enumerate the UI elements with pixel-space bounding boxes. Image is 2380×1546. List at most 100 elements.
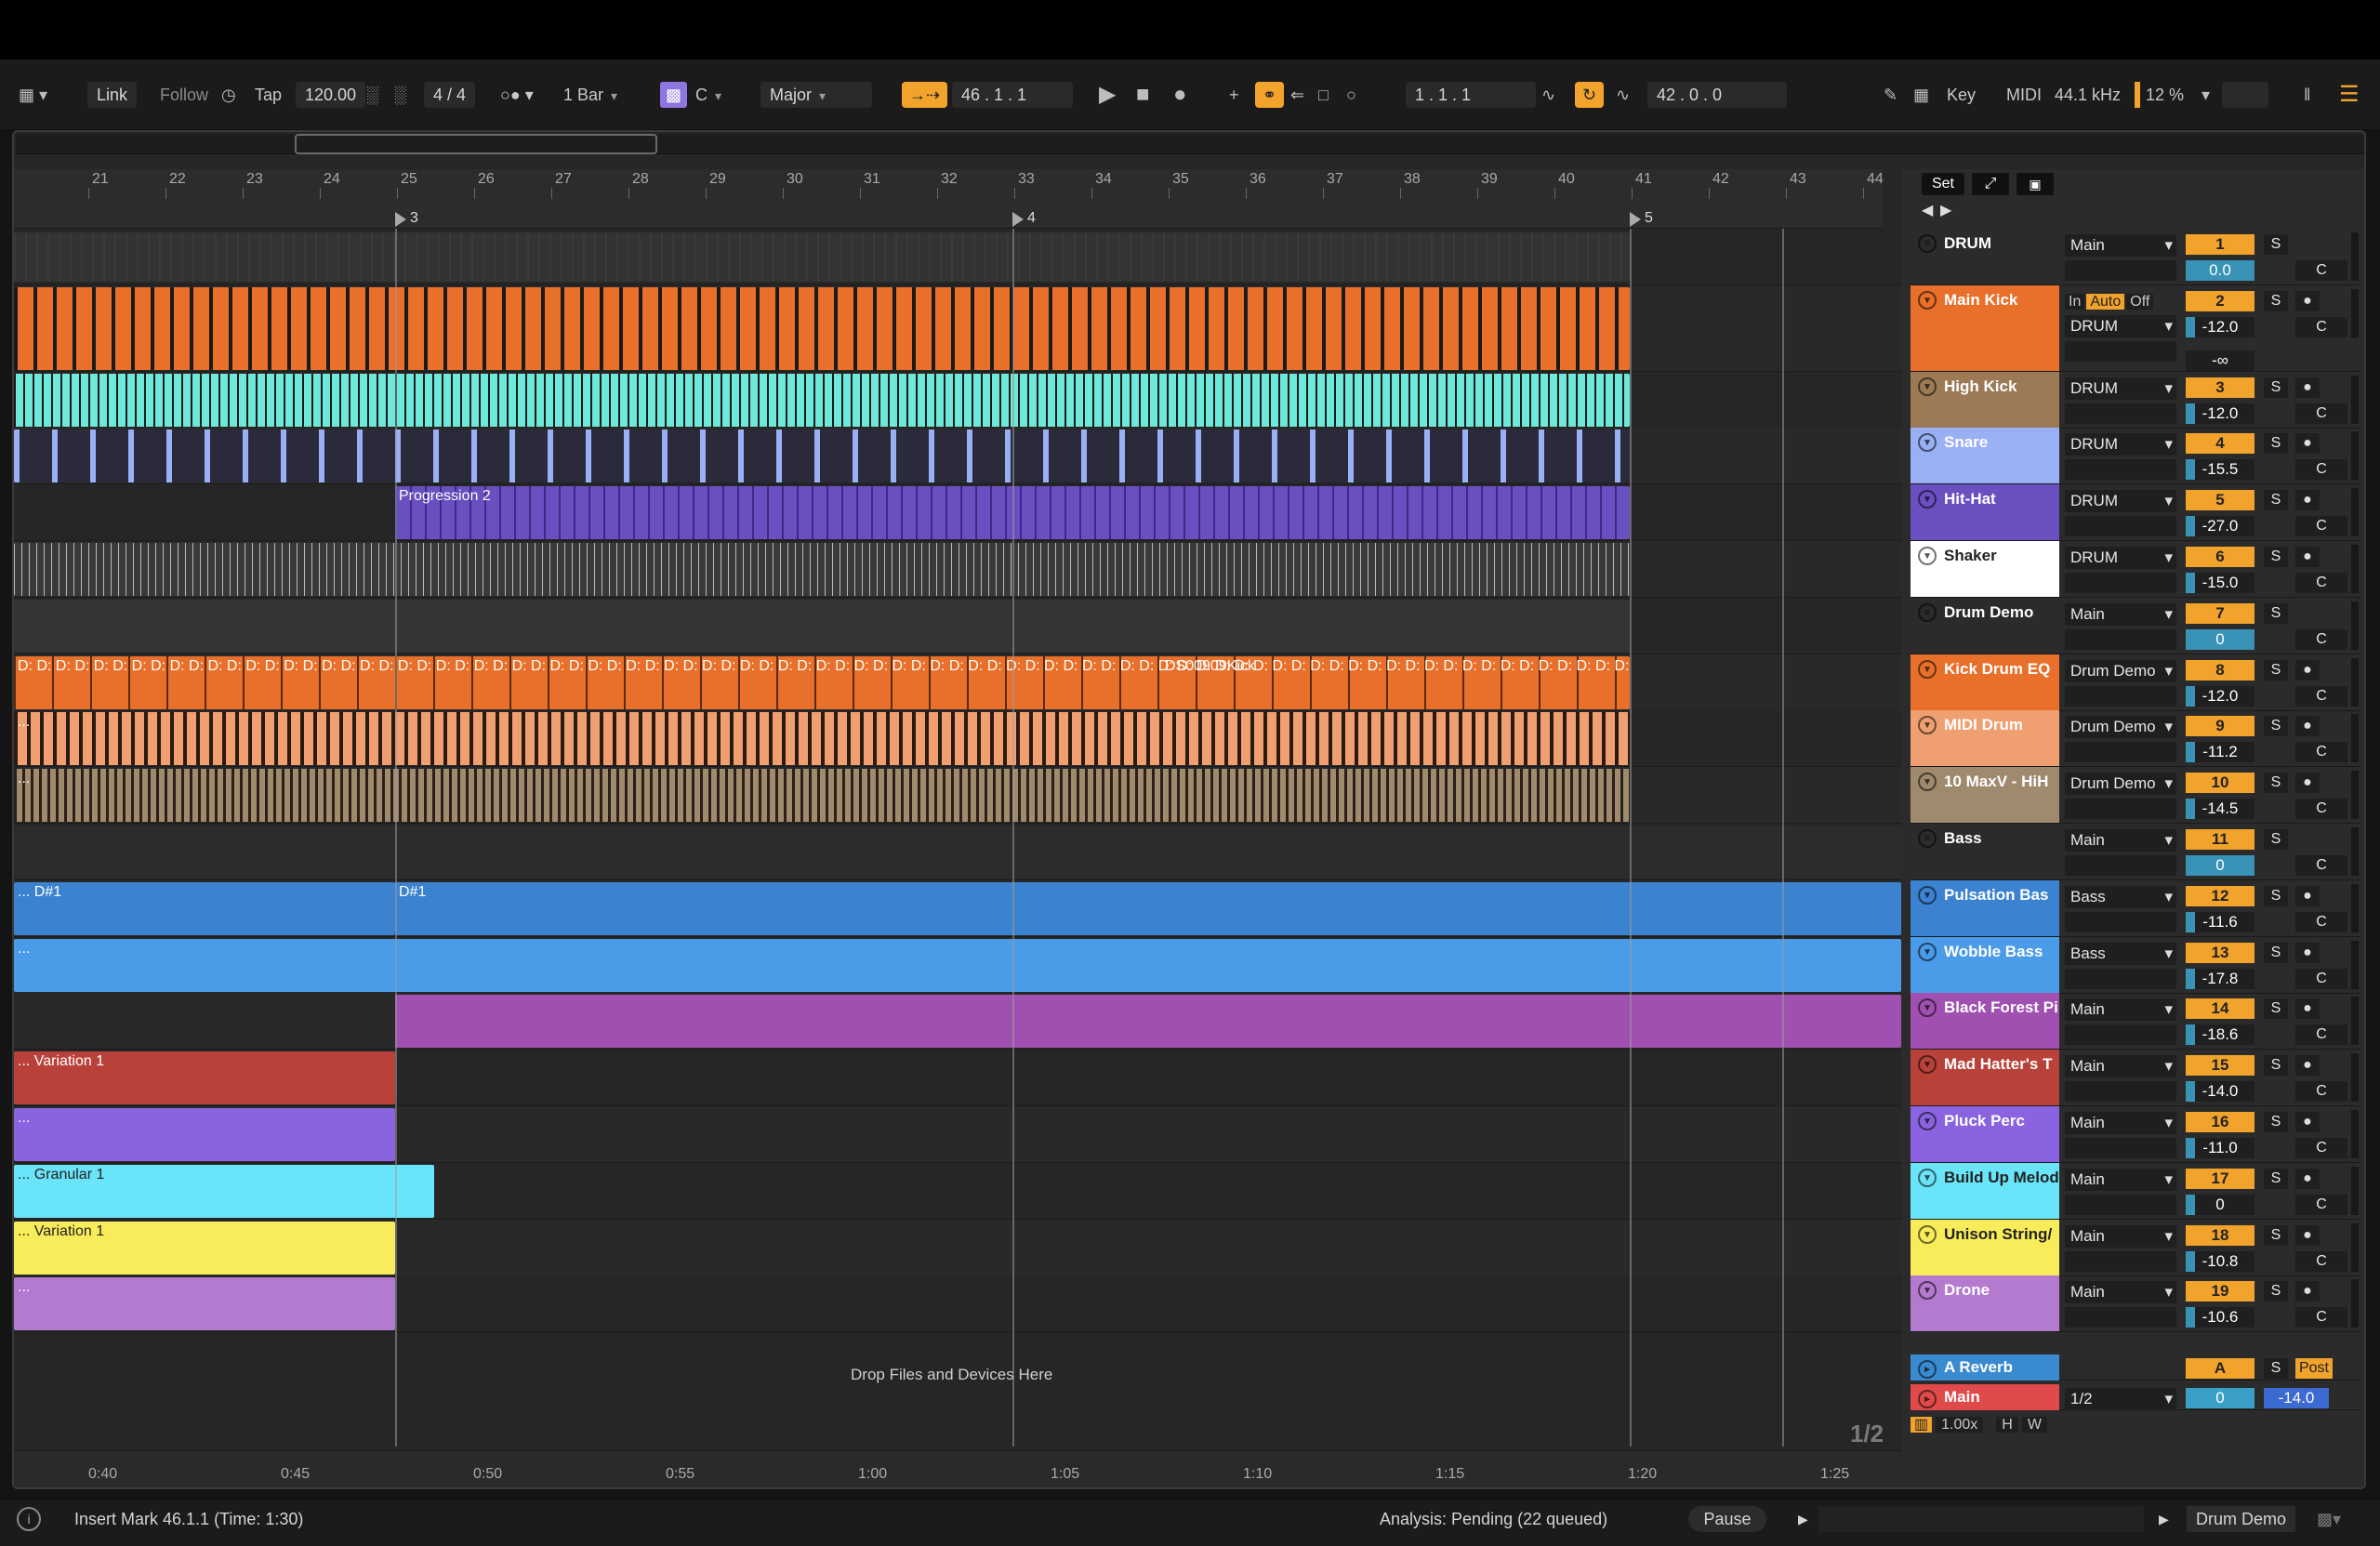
track-output-dropdown[interactable]: Drum Demo: [2065, 716, 2176, 738]
arm-button-icon[interactable]: ●: [2295, 1281, 2320, 1302]
track-volume-field[interactable]: -27.0: [2186, 516, 2254, 536]
track-volume-field[interactable]: -15.0: [2186, 573, 2254, 593]
track-output-dropdown[interactable]: DRUM: [2065, 490, 2176, 512]
return-letter-button[interactable]: A: [2186, 1358, 2254, 1379]
arm-button-icon[interactable]: ●: [2295, 291, 2320, 311]
track-header[interactable]: ▾ Snare DRUM 4 -15.5 S ● C: [1911, 428, 2360, 484]
overdub-icon[interactable]: +: [1229, 82, 1239, 108]
arm-button-icon[interactable]: ●: [2295, 998, 2320, 1019]
arm-button-icon[interactable]: ●: [2295, 660, 2320, 681]
main-kick-clip[interactable]: [14, 287, 1630, 370]
track-name-17[interactable]: ▾ Unison String/: [1911, 1220, 2059, 1275]
overview-window[interactable]: [295, 134, 657, 154]
track-volume-field[interactable]: -12.0: [2186, 403, 2254, 424]
time-ruler[interactable]: 0:40 0:45 0:50 0:55 1:00 1:05 1:10 1:15 1:20 1:25: [14, 1450, 1901, 1487]
track-header[interactable]: ▾ Pluck Perc Main 16 -11.0 S ● C: [1911, 1106, 2360, 1163]
solo-button[interactable]: S: [2264, 1055, 2288, 1076]
solo-button[interactable]: S: [2264, 490, 2288, 510]
quantize-dropdown[interactable]: 1 Bar: [563, 82, 617, 108]
track-output-dropdown[interactable]: Main: [2065, 1225, 2176, 1248]
track-header[interactable]: ▾ MIDI Drum Drum Demo 9 -11.2 S ● C: [1911, 710, 2360, 767]
track-lanes[interactable]: Progression 2 D: D: D: D: D: D: D: D: D: …: [14, 229, 1901, 1487]
track-output-channel[interactable]: [2065, 341, 2176, 362]
arm-button-icon[interactable]: ●: [2295, 716, 2320, 736]
scale-mode-dropdown[interactable]: Major: [760, 82, 872, 108]
panel-toggle-icon[interactable]: ‖: [2304, 82, 2310, 108]
metronome-toggle[interactable]: ○● ▾: [500, 82, 534, 108]
track-fold-icon[interactable]: ▾: [1918, 716, 1937, 734]
prev-locator-icon[interactable]: ◀: [1922, 201, 1933, 219]
track-output-channel[interactable]: [2065, 629, 2176, 650]
track-number-button[interactable]: 16: [2186, 1112, 2254, 1132]
arm-button-icon[interactable]: ●: [2295, 1225, 2320, 1246]
track-header[interactable]: ▾ Shaker DRUM 6 -15.0 S ● C: [1911, 541, 2360, 598]
arm-button-icon[interactable]: ●: [2295, 886, 2320, 906]
track-header[interactable]: ▾ Mad Hatter's T Main 15 -14.0 S ● C: [1911, 1050, 2360, 1106]
arm-button-icon[interactable]: ●: [2295, 1112, 2320, 1132]
nudge-up-icon[interactable]: ░: [394, 82, 406, 108]
track-header[interactable]: ≡ Bass Main 11 0 SC: [1911, 824, 2360, 880]
locator-flag-icon[interactable]: [395, 212, 406, 227]
variation-clip-b[interactable]: ... Variation 1: [14, 1222, 395, 1275]
track-name-2[interactable]: ▾ High Kick: [1911, 372, 2059, 428]
kick-drum-eq-clip[interactable]: D: D: D: D: D: D: D: D: D: D: D: D: D: D…: [14, 656, 1630, 709]
track-name-14[interactable]: ▾ Mad Hatter's T: [1911, 1050, 2059, 1105]
track-name-1[interactable]: ▾ Main Kick: [1911, 285, 2059, 371]
track-fold-icon[interactable]: ▾: [1918, 1225, 1937, 1244]
tap-button[interactable]: Tap: [255, 82, 282, 108]
pause-button[interactable]: Pause: [1688, 1506, 1766, 1532]
track-volume-field[interactable]: -15.5: [2186, 459, 2254, 480]
tempo-field[interactable]: 120.00: [296, 82, 366, 108]
track-fold-icon[interactable]: ▾: [1918, 1055, 1937, 1074]
main-name[interactable]: ▸ Main: [1911, 1384, 2059, 1410]
snare-clip[interactable]: [14, 429, 1630, 482]
track-number-button[interactable]: 6: [2186, 547, 2254, 567]
track-header[interactable]: ▾ Pulsation Bas Bass 12 -11.6 S ● C: [1911, 880, 2360, 937]
pan-control[interactable]: C: [2295, 1307, 2347, 1328]
input-auto-button[interactable]: Auto: [2086, 294, 2125, 310]
pan-control[interactable]: C: [2295, 742, 2347, 762]
follow-arrow-icon[interactable]: →⇢: [902, 82, 948, 108]
track-name-7[interactable]: ▾ Kick Drum EQ: [1911, 654, 2059, 710]
track-number-button[interactable]: 1: [2186, 234, 2254, 255]
track-number-button[interactable]: 11: [2186, 829, 2254, 850]
track-number-button[interactable]: 4: [2186, 433, 2254, 454]
pan-control[interactable]: C: [2295, 799, 2347, 819]
capture-icon[interactable]: □: [1318, 82, 1329, 108]
track-volume-field[interactable]: -11.2: [2186, 742, 2254, 762]
time-signature-field[interactable]: 4 / 4: [424, 82, 476, 108]
track-fold-icon[interactable]: ▾: [1918, 291, 1937, 310]
track-volume-field[interactable]: -17.8: [2186, 969, 2254, 989]
main-volume-secondary[interactable]: -14.0: [2264, 1388, 2329, 1408]
track-fold-icon[interactable]: ▾: [1918, 773, 1937, 791]
track-number-button[interactable]: 2: [2186, 291, 2254, 311]
zoom-value[interactable]: 1.00x: [1936, 1417, 1984, 1433]
pan-control[interactable]: C: [2295, 969, 2347, 989]
track-volume-field[interactable]: -11.0: [2186, 1138, 2254, 1158]
wobble-clip[interactable]: ...: [14, 939, 1901, 992]
solo-button[interactable]: S: [2264, 716, 2288, 736]
track-name-13[interactable]: ▾ Black Forest Pi: [1911, 993, 2059, 1049]
track-fold-icon[interactable]: ▾: [1918, 943, 1937, 961]
pluck-perc-clip[interactable]: ...: [14, 1108, 395, 1161]
position-field[interactable]: 46 . 1 . 1: [952, 82, 1073, 108]
track-number-button[interactable]: 14: [2186, 998, 2254, 1019]
track-header[interactable]: ▾ Black Forest Pi Main 14 -18.6 S ● C: [1911, 993, 2360, 1050]
track-output-channel[interactable]: [2065, 403, 2176, 424]
granular-clip[interactable]: ... Granular 1: [14, 1165, 434, 1218]
track-header[interactable]: ▾Main KickInAutoOffDRUM2-12.0S●C-∞: [1911, 285, 2360, 372]
arm-button-icon[interactable]: ●: [2295, 943, 2320, 963]
track-output-channel[interactable]: [2065, 799, 2176, 819]
track-output-dropdown[interactable]: DRUM: [2065, 315, 2176, 337]
pan-control[interactable]: C: [2295, 686, 2347, 707]
follow-button[interactable]: Follow: [160, 82, 208, 108]
track-header[interactable]: ▾ High Kick DRUM 3 -12.0 S ● C: [1911, 372, 2360, 429]
track-name-15[interactable]: ▾ Pluck Perc: [1911, 1106, 2059, 1162]
track-volume-field[interactable]: -10.8: [2186, 1251, 2254, 1272]
track-output-channel[interactable]: [2065, 573, 2176, 593]
track-number-button[interactable]: 7: [2186, 603, 2254, 624]
track-output-dropdown[interactable]: Bass: [2065, 943, 2176, 965]
track-output-dropdown[interactable]: Main: [2065, 1281, 2176, 1303]
zoom-icon[interactable]: ▥: [1911, 1417, 1933, 1433]
cpu-dropdown-icon[interactable]: ▾: [2202, 82, 2210, 108]
